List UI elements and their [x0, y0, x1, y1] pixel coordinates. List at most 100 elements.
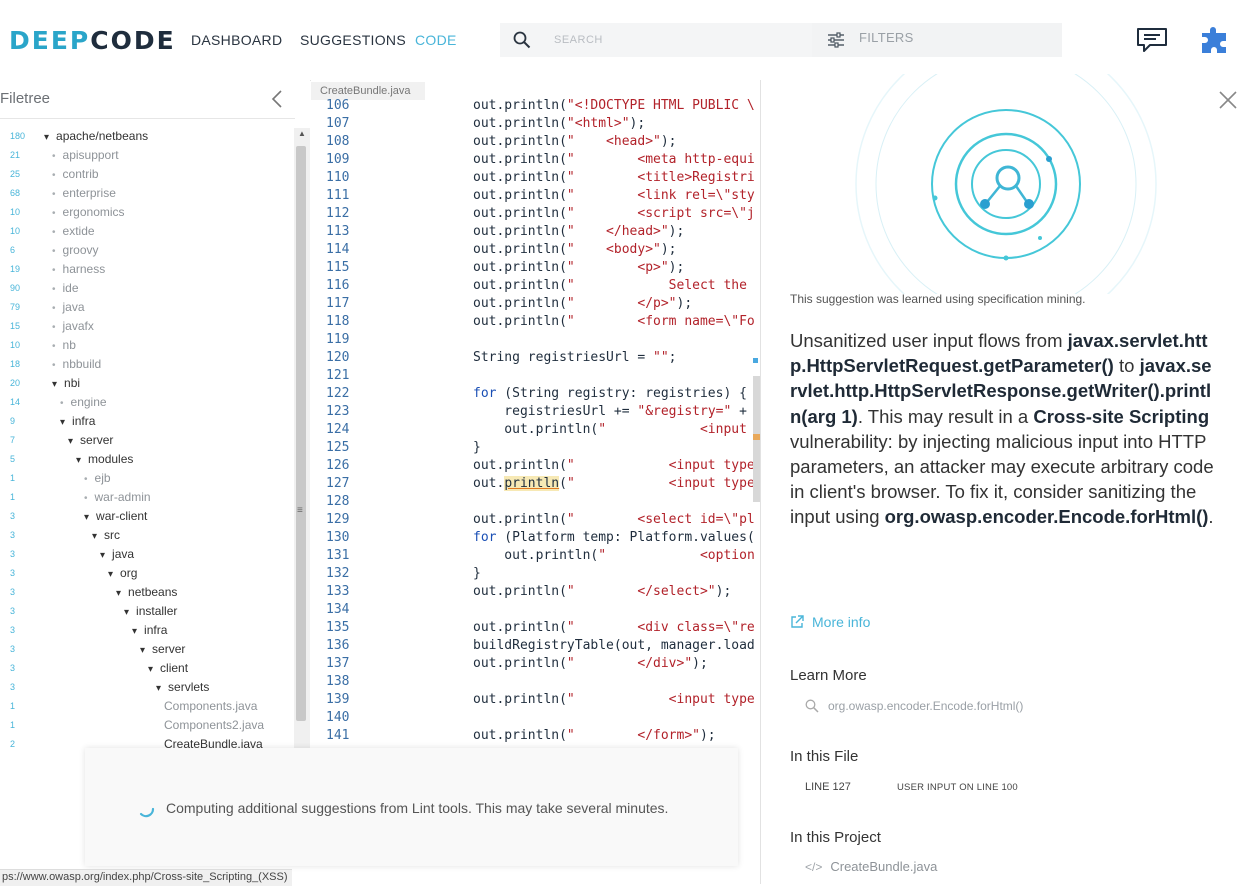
code-line[interactable]: 124 out.println(" <input — [311, 421, 760, 439]
code-text: out.println("<!DOCTYPE HTML PUBLIC \ — [473, 98, 755, 113]
code-line[interactable]: 133 out.println(" </select>"); — [311, 583, 760, 601]
code-line[interactable]: 138 — [311, 673, 760, 691]
code-line[interactable]: 108 out.println(" <head>"); — [311, 133, 760, 151]
code-line[interactable]: 113 out.println(" </head>"); — [311, 223, 760, 241]
filetree-scrollbar[interactable]: ▲ — [294, 128, 310, 798]
line-number: 134 — [326, 602, 350, 617]
flagged-token[interactable]: println — [504, 476, 560, 491]
filetree-folder[interactable]: 79 • java — [0, 299, 295, 318]
code-line[interactable]: 140 — [311, 709, 760, 727]
filetree-folder[interactable]: 90 • ide — [0, 280, 295, 299]
line-number: 107 — [326, 116, 350, 131]
filetree-folder[interactable]: 7 ▾ server — [0, 432, 295, 451]
filetree-label: extide — [62, 224, 95, 238]
code-line[interactable]: 135 out.println(" <div class=\"re — [311, 619, 760, 637]
code-line[interactable]: 126 out.println(" <input type — [311, 457, 760, 475]
scroll-up-icon[interactable]: ▲ — [298, 129, 306, 138]
overview-warning-marker[interactable] — [753, 434, 760, 440]
project-file-link[interactable]: </> CreateBundle.java — [805, 859, 937, 874]
filetree-folder[interactable]: 18 • nbbuild — [0, 356, 295, 375]
filetree-label: war-client — [96, 509, 148, 523]
filetree-folder[interactable]: 14 • engine — [0, 394, 295, 413]
filetree-folder[interactable]: 10 • extide — [0, 223, 295, 242]
feedback-icon[interactable] — [1136, 27, 1168, 53]
chevron-left-icon[interactable] — [270, 90, 284, 108]
filetree-folder[interactable]: 68 • enterprise — [0, 185, 295, 204]
code-token: ); — [699, 728, 716, 743]
line-number: 126 — [326, 458, 350, 473]
code-line[interactable]: 114 out.println(" <body>"); — [311, 241, 760, 259]
code-line[interactable]: 122 for (String registry: registries) { — [311, 385, 760, 403]
search-field[interactable]: SEARCH — [500, 23, 812, 57]
filetree-folder[interactable]: 3 ▾ servlets — [0, 679, 295, 698]
resize-grip-icon[interactable]: ≡ — [297, 505, 303, 516]
filetree-label: nbbuild — [62, 357, 102, 371]
code-line[interactable]: 117 out.println(" </p>"); — [311, 295, 760, 313]
code-line[interactable]: 132} — [311, 565, 760, 583]
user-input-line-link[interactable]: USER INPUT ON LINE 100 — [897, 782, 1018, 793]
line-number: 139 — [326, 692, 350, 707]
line-127-link[interactable]: LINE 127 — [805, 781, 851, 793]
filetree-folder[interactable]: 10 • ergonomics — [0, 204, 295, 223]
code-line[interactable]: 111 out.println(" <link rel=\"sty — [311, 187, 760, 205]
filetree-folder[interactable]: 1 • war-admin — [0, 489, 295, 508]
plugin-icon[interactable] — [1198, 25, 1230, 57]
filetree-folder[interactable]: 10 • nb — [0, 337, 295, 356]
code-line[interactable]: 130 for (Platform temp: Platform.values( — [311, 529, 760, 547]
code-line[interactable]: 110 out.println(" <title>Registri — [311, 169, 760, 187]
filetree-folder[interactable]: 3 ▾ infra — [0, 622, 295, 641]
filetree-folder[interactable]: 3 ▾ server — [0, 641, 295, 660]
code-line[interactable]: 121 — [311, 367, 760, 385]
filetree-label: enterprise — [62, 186, 116, 200]
filetree-folder[interactable]: 20 ▾ nbi — [0, 375, 295, 394]
filetree-file[interactable]: 1 Components.java — [0, 698, 295, 717]
filetree-label: java — [62, 300, 85, 314]
code-line[interactable]: 115 out.println(" <p>"); — [311, 259, 760, 277]
code-line[interactable]: 137 out.println(" </div>"); — [311, 655, 760, 673]
code-line[interactable]: 107 out.println("<html>"); — [311, 115, 760, 133]
code-token: ); — [660, 242, 677, 257]
filetree-folder[interactable]: 19 • harness — [0, 261, 295, 280]
code-token: out.println( — [473, 188, 567, 203]
filetree-folder[interactable]: 3 ▾ installer — [0, 603, 295, 622]
code-line[interactable]: 131 out.println(" <option — [311, 547, 760, 565]
filters-button[interactable]: FILTERS — [812, 23, 1062, 57]
code-line[interactable]: 128 — [311, 493, 760, 511]
code-line[interactable]: 134 — [311, 601, 760, 619]
filetree-file[interactable]: 1 Components2.java — [0, 717, 295, 736]
nav-suggestions[interactable]: SUGGESTIONS — [300, 32, 406, 48]
filetree-folder[interactable]: 15 • javafx — [0, 318, 295, 337]
code-line[interactable]: 109 out.println(" <meta http-equi — [311, 151, 760, 169]
code-line[interactable]: 120 String registriesUrl = ""; — [311, 349, 760, 367]
filetree-folder[interactable]: 180 ▾ apache/netbeans — [0, 128, 295, 147]
filetree-folder[interactable]: 25 • contrib — [0, 166, 295, 185]
close-icon[interactable] — [1219, 91, 1237, 109]
filetree-folder[interactable]: 21 • apisupport — [0, 147, 295, 166]
code-line[interactable]: 141 out.println(" </form>"); — [311, 727, 760, 745]
deepcode-logo[interactable]: DEEPCODE — [9, 26, 176, 55]
code-line[interactable]: 139 out.println(" <input type — [311, 691, 760, 709]
code-line[interactable]: 106 out.println("<!DOCTYPE HTML PUBLIC \ — [311, 97, 760, 115]
filetree-folder[interactable]: 3 ▾ war-client — [0, 508, 295, 527]
filetree-folder[interactable]: 3 ▾ client — [0, 660, 295, 679]
nav-dashboard[interactable]: DASHBOARD — [191, 32, 282, 48]
filetree-folder[interactable]: 1 • ejb — [0, 470, 295, 489]
code-line[interactable]: 127 out.println(" <input type — [311, 475, 760, 493]
filetree-folder[interactable]: 3 ▾ src — [0, 527, 295, 546]
filetree-folder[interactable]: 3 ▾ java — [0, 546, 295, 565]
filetree-folder[interactable]: 3 ▾ org — [0, 565, 295, 584]
nav-code[interactable]: CODE — [415, 32, 457, 48]
code-line[interactable]: 118 out.println(" <form name=\"Fo — [311, 313, 760, 331]
filetree-folder[interactable]: 5 ▾ modules — [0, 451, 295, 470]
code-line[interactable]: 129 out.println(" <select id=\"pl — [311, 511, 760, 529]
code-line[interactable]: 125} — [311, 439, 760, 457]
filetree-folder[interactable]: 6 • groovy — [0, 242, 295, 261]
filetree-folder[interactable]: 3 ▾ netbeans — [0, 584, 295, 603]
code-line[interactable]: 123 registriesUrl += "&registry=" + — [311, 403, 760, 421]
filetree-folder[interactable]: 9 ▾ infra — [0, 413, 295, 432]
code-line[interactable]: 116 out.println(" Select the — [311, 277, 760, 295]
scrollbar-thumb[interactable] — [296, 146, 306, 721]
code-line[interactable]: 136 buildRegistryTable(out, manager.load — [311, 637, 760, 655]
code-line[interactable]: 119 — [311, 331, 760, 349]
code-line[interactable]: 112 out.println(" <script src=\"j — [311, 205, 760, 223]
